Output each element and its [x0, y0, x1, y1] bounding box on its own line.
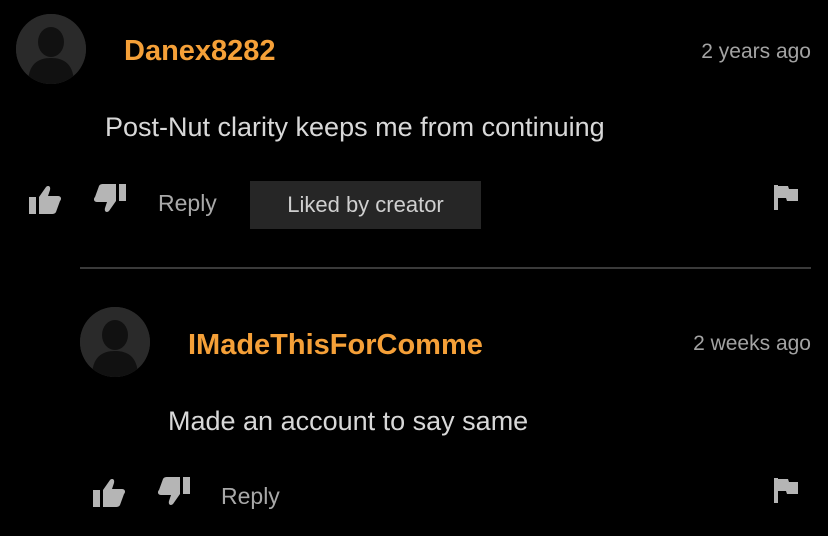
username[interactable]: Danex8282	[124, 35, 276, 68]
avatar[interactable]	[16, 14, 86, 84]
liked-by-creator-badge: Liked by creator	[250, 181, 481, 229]
reply-button[interactable]: Reply	[158, 190, 217, 217]
comment-2: IMadeThisForComme 2 weeks ago Made an ac…	[0, 290, 828, 536]
timestamp: 2 years ago	[701, 40, 811, 63]
avatar[interactable]	[80, 307, 150, 377]
username[interactable]: IMadeThisForComme	[188, 329, 483, 362]
flag-icon[interactable]	[772, 183, 800, 211]
thumbs-down-icon[interactable]	[93, 183, 127, 213]
comment-text: Post-Nut clarity keeps me from continuin…	[105, 112, 605, 142]
thumbs-down-icon[interactable]	[157, 476, 191, 506]
thumbs-up-icon[interactable]	[92, 478, 126, 508]
avatar-placeholder-icon	[80, 307, 150, 377]
comment-text: Made an account to say same	[168, 406, 529, 436]
comment-divider	[80, 267, 811, 269]
flag-icon[interactable]	[772, 476, 800, 504]
timestamp: 2 weeks ago	[693, 332, 811, 355]
comment-1: Danex8282 2 years ago Post-Nut clarity k…	[0, 0, 828, 260]
avatar-placeholder-icon	[16, 14, 86, 84]
thumbs-up-icon[interactable]	[28, 185, 62, 215]
reply-button[interactable]: Reply	[221, 483, 280, 510]
